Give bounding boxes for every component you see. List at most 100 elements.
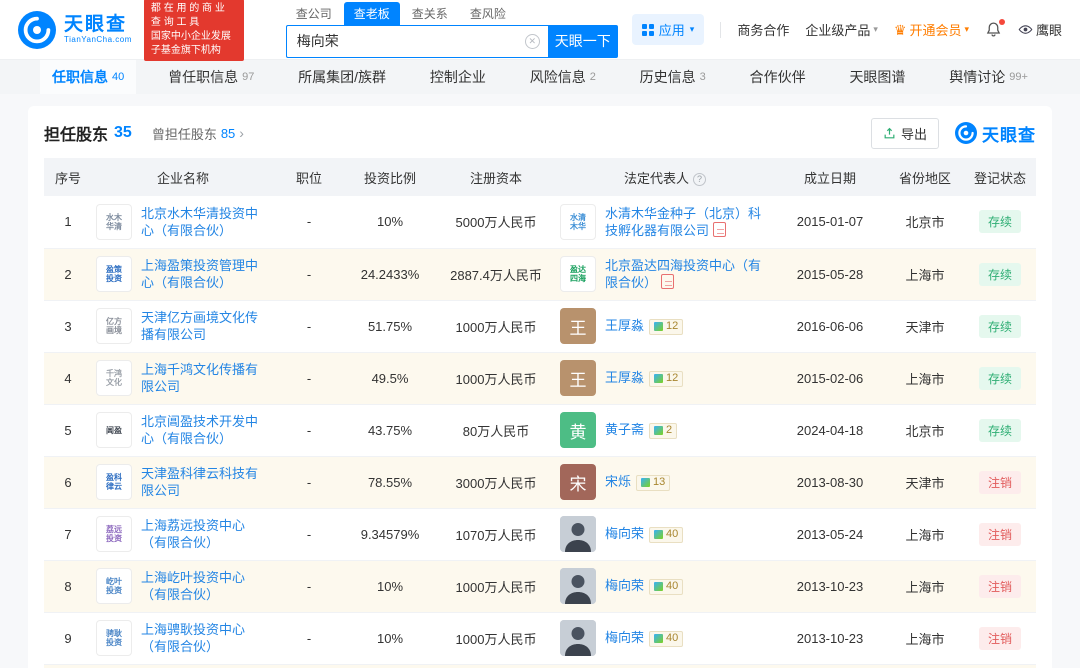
search-tab-2[interactable]: 查老板 <box>343 1 400 25</box>
legal-rep-link[interactable]: 王厚淼 <box>605 318 644 333</box>
brand-name: 天眼查 <box>64 14 128 35</box>
legal-rep-cell: 水清 木华 水清木华金种子（北京）科技孵化器有限公司 <box>556 196 774 249</box>
nav-tab-9[interactable]: 舆情讨论 99+ <box>937 60 1040 94</box>
company-link[interactable]: 天津亿方画境文化传播有限公司 <box>141 309 270 343</box>
ratio-cell: 51.75% <box>344 300 436 353</box>
legal-rep-link[interactable]: 北京盈达四海投资中心（有限合伙） <box>605 258 761 290</box>
search-tab-1[interactable]: 查公司 <box>286 2 342 25</box>
legal-rep-cell: 梅向荣 40 <box>556 612 774 665</box>
column-header: 成立日期 <box>774 158 886 196</box>
bell-icon[interactable] <box>985 19 1005 38</box>
legal-rep-link[interactable]: 梅向荣 <box>605 630 644 645</box>
legal-company-logo: 盈达 四海 <box>560 256 596 292</box>
partner-count-badge[interactable]: 40 <box>649 526 684 543</box>
company-cell: 盈策 投资 上海盈策投资管理中心（有限合伙） <box>92 248 274 301</box>
eagle-eye-link[interactable]: 鹰眼 <box>1018 20 1062 39</box>
legal-rep-cell: 宋宋烁 13 <box>556 456 774 509</box>
search-button[interactable]: 天眼一下 <box>547 24 618 58</box>
capital-cell: 2887.4万人民币 <box>436 248 556 301</box>
date-cell <box>774 664 886 668</box>
capital-cell: 1070万人民币 <box>436 508 556 561</box>
nav-tab-2[interactable]: 曾任职信息 97 <box>156 60 266 94</box>
position-cell: - <box>274 352 344 405</box>
legal-rep-link[interactable]: 王厚淼 <box>605 370 644 385</box>
nav-tab-5[interactable]: 风险信息 2 <box>518 60 608 94</box>
grid-icon <box>641 23 654 36</box>
row-index: 8 <box>44 560 92 613</box>
search-tab-3[interactable]: 查关系 <box>402 2 458 25</box>
partner-badge-icon <box>654 322 664 332</box>
company-link[interactable]: 上海盈策投资管理中心（有限合伙） <box>141 257 270 291</box>
row-index: 6 <box>44 456 92 509</box>
section-count: 35 <box>114 124 132 141</box>
company-link[interactable]: 天津盈科律云科技有限公司 <box>141 465 270 499</box>
partner-count-badge[interactable]: 12 <box>649 370 684 387</box>
former-shareholder-link[interactable]: 曾担任股东 85 › <box>152 124 244 143</box>
tianyancha-logo[interactable]: 天眼查 TianYanCha.com 都 在 用 的 商 业 查 询 工 具 国… <box>18 0 244 61</box>
company-link[interactable]: 北京水木华清投资中心（有限合伙） <box>141 205 270 239</box>
ratio-cell: 10% <box>344 196 436 249</box>
nav-tab-8[interactable]: 天眼图谱 <box>837 60 917 94</box>
company-link[interactable]: 上海千鸿文化传播有限公司 <box>141 361 270 395</box>
table-row: 8 屹叶 投资 上海屹叶投资中心（有限合伙） -10% 1000万人民币 梅向荣 40 2013… <box>44 560 1036 613</box>
column-header: 注册资本 <box>436 158 556 196</box>
person-photo-avatar <box>560 568 596 604</box>
company-cell: 屹叶 投资 上海屹叶投资中心（有限合伙） <box>92 560 274 613</box>
partner-count-badge[interactable]: 2 <box>649 422 678 439</box>
search-tabs: 查公司 查老板 查关系 查风险 <box>286 1 618 25</box>
partner-count-badge[interactable]: 40 <box>649 630 684 647</box>
legal-rep-link[interactable]: 梅向荣 <box>605 578 644 593</box>
search-input[interactable] <box>286 33 548 49</box>
nav-tab-3[interactable]: 所属集团/族群 <box>286 60 398 94</box>
table-row: 5 阊盈 北京阊盈技术开发中心（有限合伙） -43.75% 80万人民币黄黄子斋 2 202… <box>44 404 1036 457</box>
eagle-eye-icon <box>1018 25 1033 34</box>
nav-tab-7[interactable]: 合作伙伴 <box>738 60 818 94</box>
partner-count-badge[interactable]: 13 <box>636 474 671 491</box>
clear-icon[interactable]: ✕ <box>524 33 540 49</box>
tianyancha-logo-icon <box>18 10 56 49</box>
table-row: 2 盈策 投资 上海盈策投资管理中心（有限合伙） -24.2433% 2887.4万人民币… <box>44 248 1036 301</box>
date-cell: 2013-08-30 <box>774 456 886 509</box>
apps-menu[interactable]: 应用 ▾ <box>631 14 705 45</box>
partner-count-badge[interactable]: 40 <box>649 578 684 595</box>
legal-rep-link[interactable]: 宋烁 <box>605 474 631 489</box>
ratio-cell: 49.5% <box>344 352 436 405</box>
business-coop-link[interactable]: 商务合作 <box>737 20 789 39</box>
region-cell: 上海市 <box>886 560 964 613</box>
legal-rep-cell: 黄黄子斋 2 <box>556 404 774 457</box>
company-cell: 阊盈 北京阊盈技术开发中心（有限合伙） <box>92 404 274 457</box>
export-button[interactable]: 导出 <box>870 117 939 149</box>
partner-count-badge[interactable]: 12 <box>649 318 684 335</box>
legal-rep-link[interactable]: 梅向荣 <box>605 526 644 541</box>
ratio-cell: 24.2433% <box>344 248 436 301</box>
enterprise-products-menu[interactable]: 企业级产品 ▾ <box>805 20 878 39</box>
top-bar: 天眼查 TianYanCha.com 都 在 用 的 商 业 查 询 工 具 国… <box>0 0 1080 61</box>
status-badge: 存续 <box>978 314 1021 338</box>
company-link[interactable]: 上海骋耿投资中心（有限合伙） <box>141 621 270 655</box>
tianyancha-watermark-icon <box>955 122 977 144</box>
company-link[interactable]: 北京阊盈技术开发中心（有限合伙） <box>141 413 270 447</box>
company-link[interactable]: 上海屹叶投资中心（有限合伙） <box>141 569 270 603</box>
status-cell: 存续 <box>964 300 1036 353</box>
table-row: 7 荔远 投资 上海荔远投资中心（有限合伙） -9.34579% 1070万人民币 梅向荣 4… <box>44 508 1036 561</box>
search-tab-4[interactable]: 查风险 <box>460 2 516 25</box>
legal-rep-link[interactable]: 黄子斋 <box>605 422 644 437</box>
person-avatar: 王 <box>560 308 596 344</box>
shareholder-card: 担任股东 35 曾担任股东 85 › 导出 天眼查 序号 企业名称 职位 投资比… <box>28 106 1052 668</box>
table-row: 6 盈科 律云 天津盈科律云科技有限公司 -78.55% 3000万人民币宋宋烁 13 201… <box>44 456 1036 509</box>
nav-tab-6[interactable]: 历史信息 3 <box>628 60 718 94</box>
company-link[interactable]: 上海荔远投资中心（有限合伙） <box>141 517 270 551</box>
position-cell: - <box>274 508 344 561</box>
company-logo: 阊盈 <box>96 412 132 448</box>
status-cell: 存续 <box>964 352 1036 405</box>
legal-company-logo: 水清 木华 <box>560 203 596 240</box>
row-index: 9 <box>44 612 92 665</box>
company-logo: 亿方 画境 <box>96 308 132 344</box>
nav-tab-1[interactable]: 任职信息 40 <box>40 60 137 94</box>
company-logo: 屹叶 投资 <box>96 568 132 604</box>
legal-rep-link[interactable]: 水清木华金种子（北京）科技孵化器有限公司 <box>605 206 761 238</box>
nav-tab-4[interactable]: 控制企业 <box>418 60 498 94</box>
capital-cell <box>436 664 556 668</box>
capital-cell: 1000万人民币 <box>436 300 556 353</box>
vip-menu[interactable]: ♛ 开通会员 ▾ <box>894 20 969 39</box>
